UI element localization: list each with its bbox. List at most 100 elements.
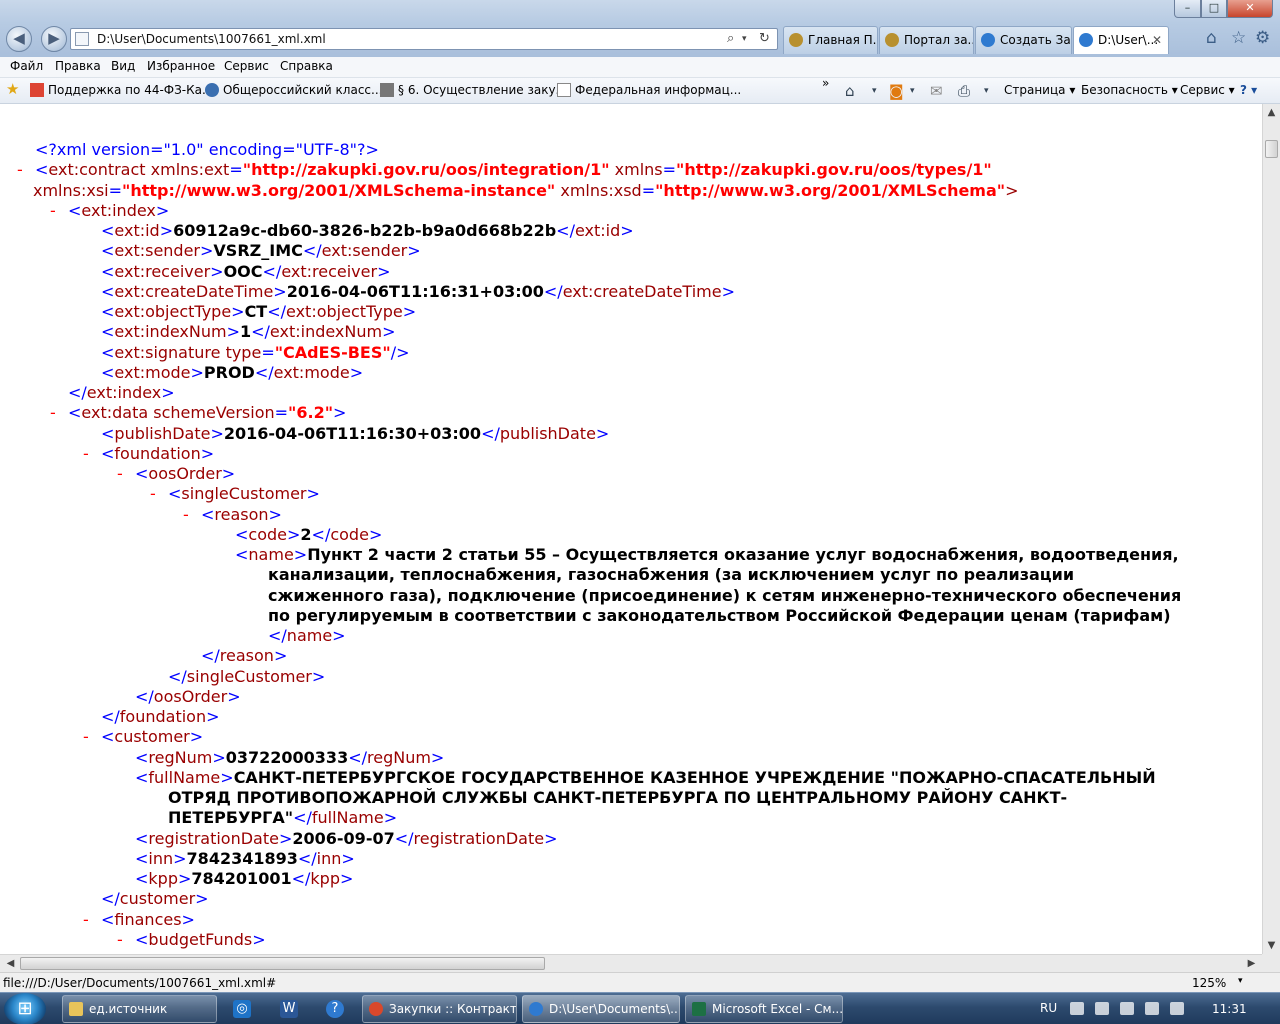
favorite-link[interactable]: Поддержка по 44-ФЗ-Ка... [30,83,213,97]
collapse-toggle[interactable]: - [17,160,23,180]
xml-node-collapsible[interactable]: - <customer> [0,727,1262,747]
xml-node-collapsible[interactable]: - <singleCustomer> [0,484,1262,504]
volume-icon[interactable] [1170,1002,1184,1015]
scroll-thumb[interactable] [1265,140,1278,158]
taskbar-button-explorer[interactable]: ед.источник [62,995,217,1023]
tab-active[interactable]: D:\User\... ✕ [1073,26,1169,54]
more-favorites-button[interactable]: » [822,76,829,90]
collapse-toggle[interactable]: - [83,727,89,747]
tab-close-icon[interactable]: ✕ [1152,27,1162,53]
xml-node-collapsible[interactable]: - <oosOrder> [0,464,1262,484]
xml-node-collapsible[interactable]: - <foundation> [0,444,1262,464]
xml-line: сжиженного газа), подключение (присоедин… [0,586,1262,606]
xml-node-collapsible[interactable]: - <ext:data schemeVersion="6.2"> [0,403,1262,423]
back-button[interactable]: ◀ [6,26,32,52]
xml-node-collapsible[interactable]: - <reason> [0,505,1262,525]
scroll-up-icon[interactable]: ▲ [1263,104,1280,121]
collapse-toggle[interactable]: - [117,930,123,950]
xml-node-collapsible[interactable]: - <ext:contract xmlns:ext="http://zakupki… [0,160,1262,180]
tab-2[interactable]: Портал за... [879,26,974,54]
language-indicator[interactable]: RU [1040,1001,1057,1015]
tray-icon[interactable] [1095,1002,1109,1015]
xml-node-collapsible[interactable]: - <finances> [0,910,1262,930]
monitor-icon[interactable] [1145,1002,1159,1015]
tab-3[interactable]: Создать За... [975,26,1072,54]
document-view: <?xml version="1.0" encoding="UTF-8"?> - <… [0,104,1262,954]
menu-view[interactable]: Вид [111,59,135,73]
menu-tools[interactable]: Сервис [224,59,269,73]
home-icon[interactable]: ⌂ [1206,28,1217,48]
taskbar-button-excel[interactable]: Microsoft Excel - См... [685,995,843,1023]
scroll-right-icon[interactable]: ▶ [1243,955,1260,972]
xml-node-collapsible[interactable]: - <ext:index> [0,201,1262,221]
home-icon[interactable]: ⌂ [845,82,855,100]
address-text[interactable]: D:\User\Documents\1007661_xml.xml [97,32,326,46]
menu-edit[interactable]: Правка [55,59,101,73]
outlook-icon[interactable]: ◎ [233,1000,251,1018]
help-icon[interactable]: ? [326,1000,344,1018]
vertical-scrollbar[interactable]: ▲ ▼ [1262,104,1280,954]
mail-icon[interactable]: ✉ [930,82,943,100]
minimize-button[interactable]: – [1174,0,1201,18]
gear-icon[interactable]: ⚙ [1255,28,1270,48]
chevron-down-icon[interactable]: ▾ [742,34,747,44]
collapse-toggle[interactable]: - [83,910,89,930]
tab-1[interactable]: Главная П... [783,26,878,54]
xml-line-text: <oosOrder> [135,464,236,483]
close-button[interactable]: ✕ [1227,0,1273,18]
tab-label: D:\User\... [1098,33,1159,47]
tools-menu[interactable]: Сервис ▾ [1180,83,1235,97]
collapse-toggle[interactable]: - [83,444,89,464]
collapse-toggle[interactable]: - [150,484,156,504]
collapse-toggle[interactable]: - [117,464,123,484]
scroll-thumb[interactable] [20,957,545,970]
maximize-button[interactable]: □ [1201,0,1227,18]
page-menu[interactable]: Страница ▾ [1004,83,1075,97]
favorite-link[interactable]: Общероссийский класс... [205,83,382,97]
xml-line: <ext:id>60912a9c-db60-3826-b22b-b9a0d668… [0,221,1262,241]
chevron-down-icon[interactable]: ▾ [910,86,915,96]
safety-menu[interactable]: Безопасность ▾ [1081,83,1178,97]
word-icon[interactable]: W [280,1000,298,1018]
horizontal-scrollbar[interactable]: ◀ ▶ [0,954,1262,972]
help-menu[interactable]: ? ▾ [1240,83,1257,97]
xml-line-text: <inn>7842341893</inn> [135,848,355,868]
network-icon[interactable] [1070,1002,1084,1015]
taskbar-button-ie[interactable]: D:\User\Documents\... [522,995,680,1023]
favorite-link[interactable]: § 6. Осуществление заку... [380,83,567,97]
address-bar[interactable]: D:\User\Documents\1007661_xml.xml ⌕ ▾ ↻ [70,28,778,50]
menu-help[interactable]: Справка [280,59,333,73]
chevron-down-icon[interactable]: ▾ [872,86,877,96]
favorites-star-icon[interactable]: ★ [6,80,19,98]
collapse-toggle[interactable]: - [50,403,56,423]
xml-line-text: <code>2</code> [235,524,383,544]
chevron-down-icon[interactable]: ▾ [1238,976,1243,986]
xml-line: <ext:createDateTime>2016-04-06T11:16:31+… [0,282,1262,302]
chevron-down-icon[interactable]: ▾ [984,86,989,96]
site-icon [205,83,219,97]
menu-file[interactable]: Файл [10,59,43,73]
refresh-icon[interactable]: ↻ [759,31,770,46]
flag-icon[interactable] [1120,1002,1134,1015]
scroll-left-icon[interactable]: ◀ [2,955,19,972]
menu-favorites[interactable]: Избранное [147,59,215,73]
collapse-toggle[interactable]: - [183,505,189,525]
xml-line: <ext:sender>VSRZ_IMC</ext:sender> [0,241,1262,261]
xml-line-text: <singleCustomer> [168,484,320,504]
favorites-star-icon[interactable]: ☆ [1231,28,1246,48]
xml-node-collapsible[interactable]: - <budgetFunds> [0,930,1262,950]
clock[interactable]: 11:31 [1212,1002,1247,1016]
favorite-link[interactable]: Федеральная информац... [557,83,741,97]
zoom-level[interactable]: 125% [1192,976,1226,990]
xml-line-text: <reason> [201,504,282,524]
forward-button[interactable]: ▶ [41,26,67,52]
rss-icon[interactable]: ◙ [889,82,904,100]
taskbar-button-chrome[interactable]: Закупки :: Контракт... [362,995,517,1023]
xml-line: <registrationDate>2006-09-07</registrati… [0,829,1262,849]
search-icon[interactable]: ⌕ [727,31,734,46]
scroll-down-icon[interactable]: ▼ [1263,937,1280,954]
xml-line: </name> [0,626,1262,646]
start-button[interactable]: ⊞ [4,993,46,1024]
print-icon[interactable]: ⎙ [958,82,970,100]
collapse-toggle[interactable]: - [50,201,56,221]
